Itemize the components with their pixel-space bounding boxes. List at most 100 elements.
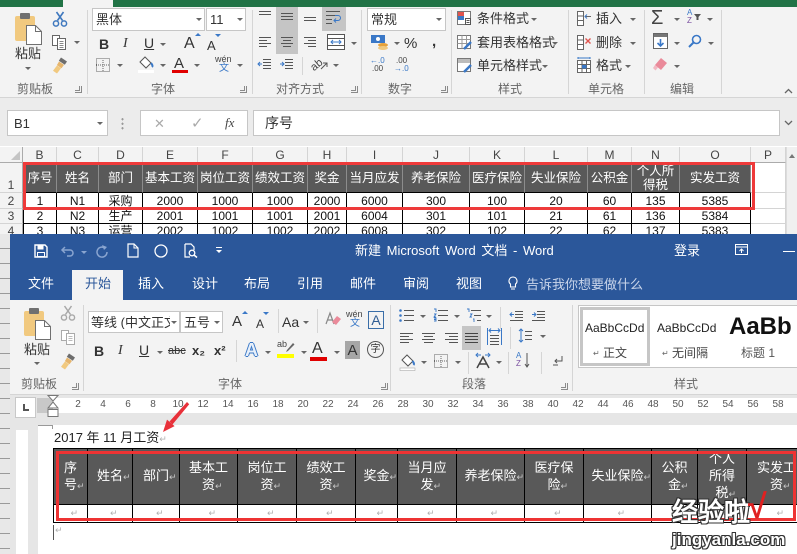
bold-button[interactable]: B	[94, 344, 104, 358]
font-color-button[interactable]: A	[312, 341, 323, 357]
column-header-l[interactable]: L	[525, 147, 588, 163]
decrease-indent-icon[interactable]	[257, 58, 272, 70]
sign-in-link[interactable]: 登录	[674, 244, 700, 257]
data-cell[interactable]: 5384	[680, 209, 751, 224]
italic-button[interactable]: I	[123, 37, 128, 51]
currency-dropdown-icon[interactable]	[394, 42, 400, 45]
circle-icon[interactable]	[154, 244, 168, 258]
phonetic-dropdown-icon[interactable]	[237, 64, 243, 67]
find-select-dropdown-icon[interactable]	[708, 42, 714, 45]
empty-cell[interactable]	[751, 193, 786, 209]
copy-icon[interactable]	[60, 329, 76, 345]
data-cell[interactable]: 301	[403, 209, 470, 224]
justify-icon[interactable]	[464, 332, 479, 344]
asian-layout-dropdown-icon[interactable]	[496, 361, 502, 364]
sort-filter-button[interactable]: A Z	[686, 9, 704, 27]
tab-references[interactable]: 引用	[297, 277, 323, 290]
change-case-button[interactable]: Aa	[282, 315, 299, 329]
numbering-dropdown-icon[interactable]	[454, 315, 460, 318]
align-center-icon[interactable]	[280, 36, 294, 48]
data-cell[interactable]: 1001	[253, 209, 308, 224]
undo-icon[interactable]	[60, 245, 75, 257]
orientation-dropdown-icon[interactable]	[333, 64, 339, 67]
font-dialog-launcher[interactable]	[381, 383, 388, 390]
paste-button[interactable]: 粘贴	[20, 305, 56, 367]
cut-icon[interactable]	[60, 305, 76, 321]
underline-dropdown-icon[interactable]	[160, 43, 166, 46]
text-effects-dropdown-icon[interactable]	[265, 351, 271, 354]
data-cell[interactable]: 2001	[143, 209, 198, 224]
cut-icon[interactable]	[52, 11, 68, 27]
align-right-icon[interactable]	[303, 36, 317, 48]
autosum-dropdown-icon[interactable]	[674, 18, 680, 21]
format-cells-button[interactable]: 格式	[577, 57, 632, 75]
column-header-f[interactable]: F	[198, 147, 253, 163]
font-color-dropdown-icon[interactable]	[334, 351, 340, 354]
column-header-i[interactable]: I	[347, 147, 403, 163]
tell-me-box[interactable]: 告诉我你想要做什么	[506, 275, 643, 293]
alignment-dialog-launcher[interactable]	[351, 86, 358, 93]
data-cell[interactable]: 136	[632, 209, 680, 224]
currency-format-icon[interactable]	[370, 34, 390, 51]
enclose-characters-button[interactable]: 字	[367, 341, 384, 358]
multilevel-list-icon[interactable]	[466, 308, 482, 322]
tab-layout[interactable]: 布局	[244, 277, 270, 290]
collapse-ribbon-icon[interactable]	[784, 88, 793, 94]
sort-button[interactable]: A Z	[516, 352, 532, 370]
superscript-button[interactable]: x²	[214, 344, 226, 357]
clipboard-dialog-launcher[interactable]	[72, 383, 79, 390]
bullets-icon[interactable]	[399, 309, 415, 322]
row-header-2[interactable]: 2	[0, 193, 23, 209]
increase-indent-icon[interactable]	[279, 58, 294, 70]
tab-mailings[interactable]: 邮件	[350, 277, 376, 290]
font-color-dropdown-icon[interactable]	[194, 64, 200, 67]
document-heading[interactable]: 2017 年 11 月工资↵	[54, 431, 167, 444]
bold-button[interactable]: B	[99, 37, 109, 51]
format-painter-icon[interactable]	[51, 56, 69, 74]
copy-button[interactable]	[50, 33, 80, 51]
fill-color-dropdown-icon[interactable]	[160, 64, 166, 67]
decrease-indent-icon[interactable]	[509, 310, 524, 322]
formula-input[interactable]: 序号	[253, 110, 780, 136]
bullets-dropdown-icon[interactable]	[420, 315, 426, 318]
cancel-button[interactable]: ✕	[154, 117, 165, 130]
align-left-icon[interactable]	[399, 332, 414, 344]
expand-formula-bar-icon[interactable]	[784, 120, 793, 126]
format-as-table-button[interactable]: 套用表格格式	[457, 34, 559, 52]
scroll-up-icon[interactable]	[789, 154, 795, 158]
grow-font-button[interactable]: A	[232, 314, 242, 329]
redo-icon[interactable]	[96, 244, 108, 258]
new-document-icon[interactable]	[127, 243, 139, 258]
paste-button[interactable]: 粘贴	[10, 9, 48, 79]
conditional-formatting-button[interactable]: 条件格式	[457, 10, 539, 28]
insert-function-button[interactable]: fx	[225, 116, 234, 129]
borders-dropdown-icon[interactable]	[455, 361, 461, 364]
phonetic-guide-button[interactable]: wén 文	[214, 55, 234, 74]
name-box-resize-handle[interactable]	[121, 117, 124, 130]
numbering-icon[interactable]	[433, 308, 449, 322]
top-align-icon[interactable]	[258, 10, 272, 22]
highlight-button[interactable]: ab	[277, 339, 297, 360]
align-center-icon[interactable]	[421, 332, 436, 344]
insert-cells-button[interactable]: 插入	[577, 10, 637, 28]
font-size-select[interactable]: 五号	[180, 311, 223, 333]
shading-dropdown-icon[interactable]	[421, 361, 427, 364]
column-header-h[interactable]: H	[308, 147, 347, 163]
column-header-b[interactable]: B	[23, 147, 57, 163]
column-header-j[interactable]: J	[403, 147, 470, 163]
data-cell[interactable]: 21	[525, 209, 588, 224]
style-item-normal[interactable]: AaBbCcDd ↵ 正文	[580, 307, 650, 366]
minimize-button[interactable]	[783, 251, 795, 252]
bottom-align-icon[interactable]	[303, 10, 317, 22]
column-header-p[interactable]: P	[751, 147, 786, 163]
show-marks-icon[interactable]	[552, 355, 564, 367]
italic-button[interactable]: I	[118, 344, 123, 358]
style-item-no-spacing[interactable]: AaBbCcDd ↵ 无间隔	[652, 307, 722, 366]
merge-center-icon[interactable]	[327, 34, 345, 50]
vertical-scrollbar[interactable]	[786, 147, 797, 247]
highlight-dropdown-icon[interactable]	[301, 351, 307, 354]
name-box[interactable]: B1	[7, 110, 108, 136]
line-spacing-dropdown-icon[interactable]	[540, 335, 546, 338]
data-cell[interactable]: 1001	[198, 209, 253, 224]
data-cell[interactable]: 2001	[308, 209, 347, 224]
